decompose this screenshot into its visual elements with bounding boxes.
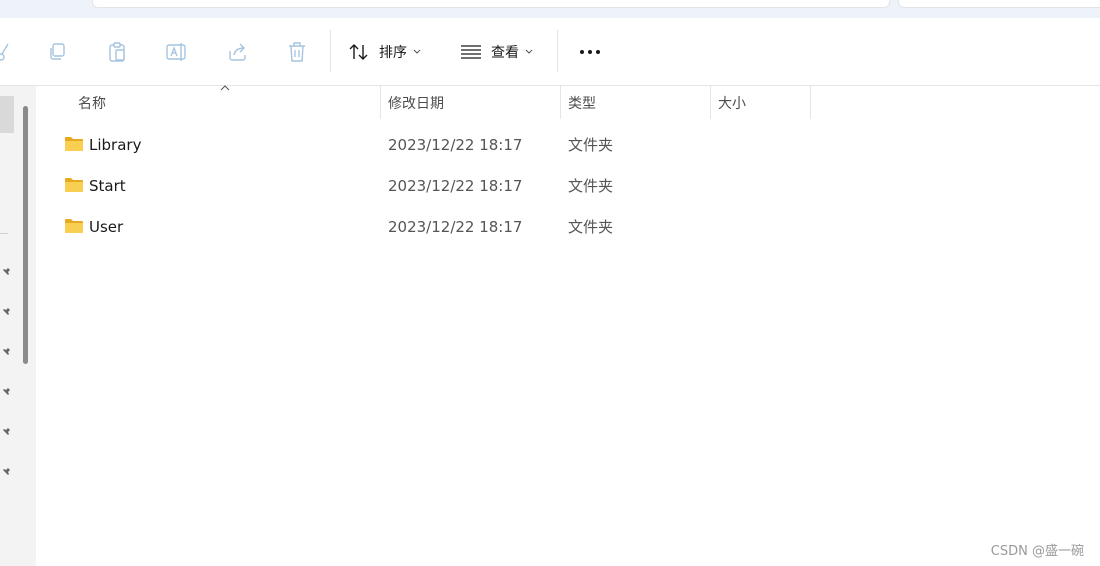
pin-icon [3,348,10,357]
file-name: User [89,217,124,236]
file-type: 文件夹 [568,136,614,154]
file-name: Start [89,176,126,195]
file-type: 文件夹 [568,177,614,195]
pin-icon [3,308,10,317]
address-bar[interactable] [92,0,890,8]
nav-divider [0,233,8,234]
column-header-name[interactable]: 名称 [78,86,378,119]
view-icon [461,45,481,59]
file-row[interactable]: User 2023/12/22 18:17 文件夹 [36,206,1100,247]
folder-icon [65,219,83,233]
nav-selected-item[interactable] [0,96,14,133]
sort-icon [349,44,368,60]
file-modified: 2023/12/22 18:17 [388,217,523,236]
copy-button[interactable] [44,34,70,70]
cut-button[interactable] [0,34,14,70]
rename-icon [166,43,186,61]
column-header-date[interactable]: 修改日期 [388,86,558,119]
toolbar-separator [330,30,331,72]
navigation-pane [0,86,36,566]
more-options-button[interactable] [574,34,606,70]
paste-button[interactable] [104,34,130,70]
file-modified: 2023/12/22 18:17 [388,135,523,154]
copy-icon [50,43,65,60]
top-strip [0,0,1100,19]
file-explorer-window: 排序 查看 名称 修改日期 类型 大小 Library 2023/12/22 1… [0,0,1100,566]
delete-button[interactable] [284,34,310,70]
cut-icon [0,43,9,61]
pin-icon [3,388,10,397]
paste-icon [109,42,125,62]
pin-icon [3,268,10,277]
column-header-size-label: 大小 [718,95,746,112]
column-header-size[interactable]: 大小 [718,86,808,119]
file-type: 文件夹 [568,218,614,236]
toolbar-separator [557,30,558,72]
column-header-name-label: 名称 [78,95,106,112]
folder-icon [65,137,83,151]
column-header-type-label: 类型 [568,95,596,112]
chevron-down-icon [413,49,421,54]
file-row[interactable]: Start 2023/12/22 18:17 文件夹 [36,165,1100,206]
view-label: 查看 [491,45,519,61]
chevron-down-icon [525,49,533,54]
column-separator[interactable] [560,86,561,119]
column-header-type[interactable]: 类型 [568,86,708,119]
column-separator[interactable] [810,86,811,119]
sort-button[interactable]: 排序 [348,34,432,70]
file-modified: 2023/12/22 18:17 [388,176,523,195]
file-row[interactable]: Library 2023/12/22 18:17 文件夹 [36,124,1100,165]
delete-icon [289,42,305,62]
folder-icon [65,178,83,192]
pin-icon [3,428,10,437]
rename-button[interactable] [164,34,190,70]
file-name: Library [89,135,142,154]
nav-scrollbar-thumb[interactable] [23,106,28,364]
command-bar: 排序 查看 [0,18,1100,86]
search-box[interactable] [898,0,1100,8]
watermark: CSDN @盛一碗 [990,544,1084,559]
column-separator[interactable] [380,86,381,119]
column-separator[interactable] [710,86,711,119]
column-header-date-label: 修改日期 [388,95,444,112]
share-button[interactable] [224,34,250,70]
share-icon [229,43,246,61]
pin-icon [3,468,10,477]
more-icon [580,50,600,54]
view-button[interactable]: 查看 [460,34,544,70]
sort-label: 排序 [379,45,407,61]
